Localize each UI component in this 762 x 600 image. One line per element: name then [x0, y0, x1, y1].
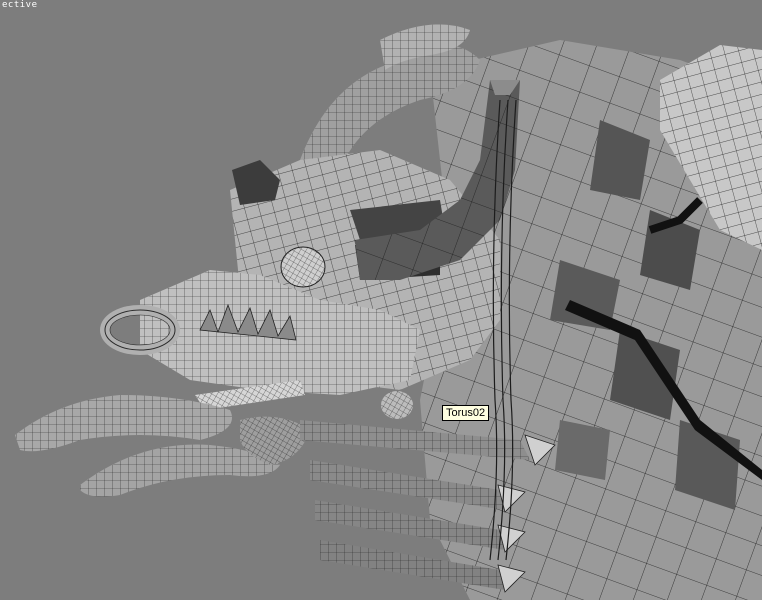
perspective-viewport[interactable]: ective Torus02	[0, 0, 762, 600]
creature-wireframe-mesh[interactable]	[0, 0, 762, 600]
torus02-object[interactable]	[381, 391, 413, 419]
tentacles	[15, 395, 310, 497]
object-tooltip: Torus02	[442, 405, 490, 421]
eye	[280, 246, 326, 288]
